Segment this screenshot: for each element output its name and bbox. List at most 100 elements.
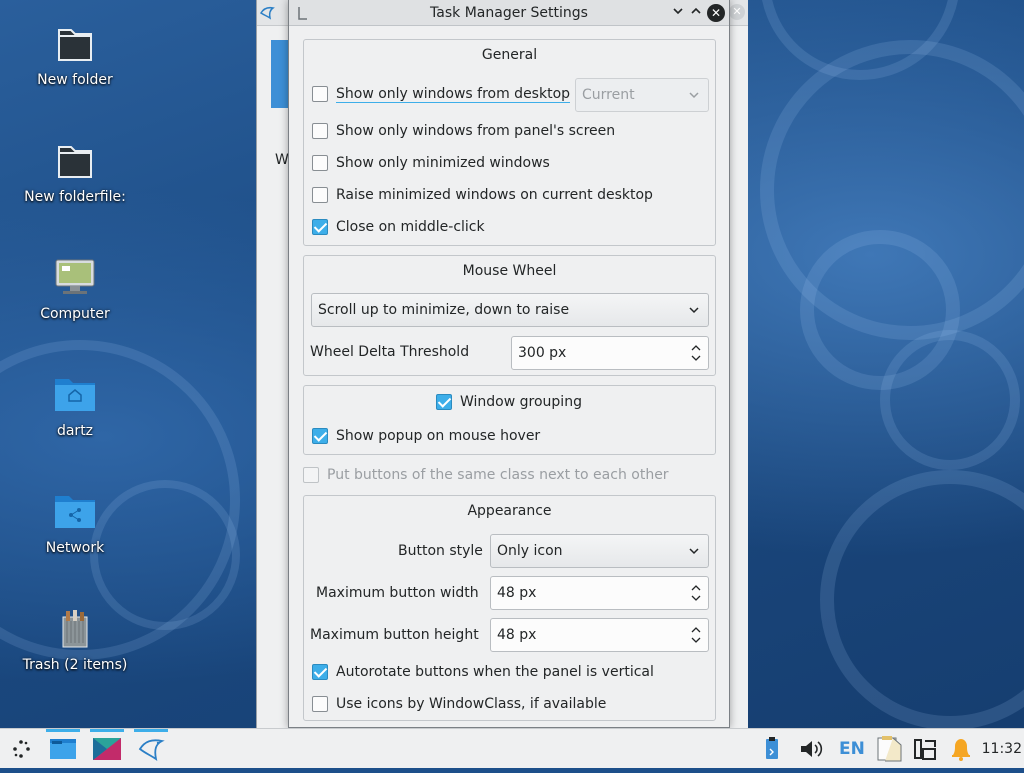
folder-icon xyxy=(51,22,99,66)
general-group-title: General xyxy=(481,47,538,63)
button-style-label: Button style xyxy=(398,543,483,559)
button-style-value: Only icon xyxy=(497,543,563,559)
chevron-down-icon xyxy=(688,79,700,123)
maximize-chevron-icon[interactable] xyxy=(687,4,705,22)
raise-minimized-checkbox-row[interactable]: Raise minimized windows on current deskt… xyxy=(312,183,653,207)
computer-icon xyxy=(51,256,99,300)
close-icon[interactable]: ✕ xyxy=(707,4,725,22)
raise-minimized-label: Raise minimized windows on current deskt… xyxy=(336,187,653,203)
desktop-icon-label: Trash (2 items) xyxy=(22,657,128,673)
show-only-desktop-label: Show only windows from desktop xyxy=(336,85,571,103)
window-class-icons-checkbox-row[interactable]: Use icons by WindowClass, if available xyxy=(312,692,606,716)
show-only-screen-label: Show only windows from panel's screen xyxy=(336,123,616,139)
desktop-icon-label: New folderfile: xyxy=(24,189,126,205)
show-only-desktop-checkbox-row[interactable]: Show only windows from desktop xyxy=(312,82,571,106)
mouse-wheel-mode-select[interactable]: Scroll up to minimize, down to raise xyxy=(311,293,709,327)
spin-updown-icon[interactable] xyxy=(690,582,702,608)
clipboard-icon[interactable] xyxy=(873,735,903,763)
show-only-minimized-checkbox[interactable] xyxy=(312,155,328,171)
same-class-label: Put buttons of the same class next to ea… xyxy=(327,467,669,483)
show-only-screen-checkbox[interactable] xyxy=(312,123,328,139)
minimize-chevron-icon[interactable] xyxy=(669,4,687,22)
same-class-checkbox-row[interactable]: Put buttons of the same class next to ea… xyxy=(303,463,669,487)
autorotate-checkbox[interactable] xyxy=(312,664,328,680)
desktop-icon-computer[interactable]: Computer xyxy=(10,256,140,322)
window-menu-icon[interactable] xyxy=(295,4,311,22)
desktop-icon-label: Computer xyxy=(40,306,110,322)
clock[interactable]: 11:32 xyxy=(982,729,1022,769)
wheel-delta-threshold-spinbox[interactable]: 300 px xyxy=(511,336,709,370)
window-grouping-checkbox[interactable] xyxy=(436,394,452,410)
appearance-group: Appearance Button style Only icon Maximu… xyxy=(303,495,716,721)
close-middle-click-checkbox[interactable] xyxy=(312,219,328,235)
same-class-checkbox[interactable] xyxy=(303,467,319,483)
dialog-titlebar[interactable]: Task Manager Settings ✕ xyxy=(289,0,729,26)
folder-icon xyxy=(51,139,99,183)
spin-updown-icon[interactable] xyxy=(690,342,702,368)
desktop-icon-label: New folder xyxy=(37,72,113,88)
taskbar-settings-app-button[interactable] xyxy=(134,729,168,765)
desktop-icon-trash[interactable]: Trash (2 items) xyxy=(10,607,140,673)
desktop-icon-network[interactable]: Network xyxy=(10,490,140,556)
dialog-title: Task Manager Settings xyxy=(430,5,588,21)
window-grouping-group: Window grouping Show popup on mouse hove… xyxy=(303,385,716,455)
notification-bell-icon[interactable] xyxy=(947,735,975,763)
background-close-icon[interactable]: ✕ xyxy=(729,4,745,20)
desktop-select[interactable]: Current xyxy=(575,78,709,112)
desktop-icon-dartz[interactable]: dartz xyxy=(10,373,140,439)
image-viewer-icon xyxy=(90,738,124,769)
show-only-minimized-checkbox-row[interactable]: Show only minimized windows xyxy=(312,151,550,175)
window-grouping-label: Window grouping xyxy=(460,394,582,410)
show-only-desktop-checkbox[interactable] xyxy=(312,86,328,102)
close-middle-click-label: Close on middle-click xyxy=(336,219,485,235)
show-popup-checkbox-row[interactable]: Show popup on mouse hover xyxy=(312,424,540,448)
raise-minimized-checkbox[interactable] xyxy=(312,187,328,203)
taskbar: EN 11:32 xyxy=(0,728,1024,768)
appearance-group-title: Appearance xyxy=(467,503,552,519)
max-button-width-label: Maximum button width xyxy=(316,585,479,601)
mouse-wheel-group-title: Mouse Wheel xyxy=(462,263,557,279)
button-style-select[interactable]: Only icon xyxy=(490,534,709,568)
network-icon[interactable] xyxy=(911,735,939,763)
wheel-delta-threshold-label: Wheel Delta Threshold xyxy=(310,344,470,360)
show-only-minimized-label: Show only minimized windows xyxy=(336,155,550,171)
mouse-wheel-group: Mouse Wheel Scroll up to minimize, down … xyxy=(303,255,716,376)
taskbar-file-manager-button[interactable] xyxy=(46,729,80,765)
mouse-wheel-mode-value: Scroll up to minimize, down to raise xyxy=(318,302,570,318)
wheel-delta-threshold-value: 300 px xyxy=(518,345,567,361)
window-class-icons-checkbox[interactable] xyxy=(312,696,328,712)
max-button-width-spinbox[interactable]: 48 px xyxy=(490,576,709,610)
desktop-icon-new-folder[interactable]: New folder xyxy=(10,22,140,88)
taskbar-image-viewer-button[interactable] xyxy=(90,729,124,765)
background-window-text: W xyxy=(275,152,289,168)
show-popup-label: Show popup on mouse hover xyxy=(336,428,541,444)
task-manager-settings-dialog: Task Manager Settings ✕ General Show onl… xyxy=(288,0,730,728)
autorotate-checkbox-row[interactable]: Autorotate buttons when the panel is ver… xyxy=(312,660,654,684)
desktop-icon-label: dartz xyxy=(56,423,94,439)
desktop-select-value: Current xyxy=(582,87,635,103)
chevron-down-icon xyxy=(688,294,700,338)
file-manager-icon xyxy=(46,739,80,769)
bird-app-icon xyxy=(134,739,168,769)
close-middle-click-checkbox-row[interactable]: Close on middle-click xyxy=(312,215,485,239)
general-group: General Show only windows from desktop C… xyxy=(303,39,716,246)
show-popup-checkbox[interactable] xyxy=(312,428,328,444)
chevron-down-icon xyxy=(688,535,700,579)
application-menu-button[interactable] xyxy=(6,733,40,765)
volume-icon[interactable] xyxy=(798,735,824,763)
keyboard-layout-indicator[interactable]: EN xyxy=(839,735,865,763)
home-folder-icon xyxy=(51,373,99,417)
autorotate-label: Autorotate buttons when the panel is ver… xyxy=(336,664,654,680)
show-only-screen-checkbox-row[interactable]: Show only windows from panel's screen xyxy=(312,119,615,143)
max-button-width-value: 48 px xyxy=(497,585,537,601)
max-button-height-spinbox[interactable]: 48 px xyxy=(490,618,709,652)
removable-device-icon[interactable] xyxy=(762,735,782,763)
desktop-icon-label: Network xyxy=(45,540,105,556)
bird-app-icon xyxy=(258,4,276,22)
spin-updown-icon[interactable] xyxy=(690,624,702,650)
network-folder-icon xyxy=(51,490,99,534)
desktop-icon-new-folderfile[interactable]: New folderfile: xyxy=(10,139,140,205)
window-class-icons-label: Use icons by WindowClass, if available xyxy=(336,696,607,712)
max-button-height-label: Maximum button height xyxy=(310,627,479,643)
window-grouping-checkbox-row[interactable]: Window grouping xyxy=(436,390,582,414)
